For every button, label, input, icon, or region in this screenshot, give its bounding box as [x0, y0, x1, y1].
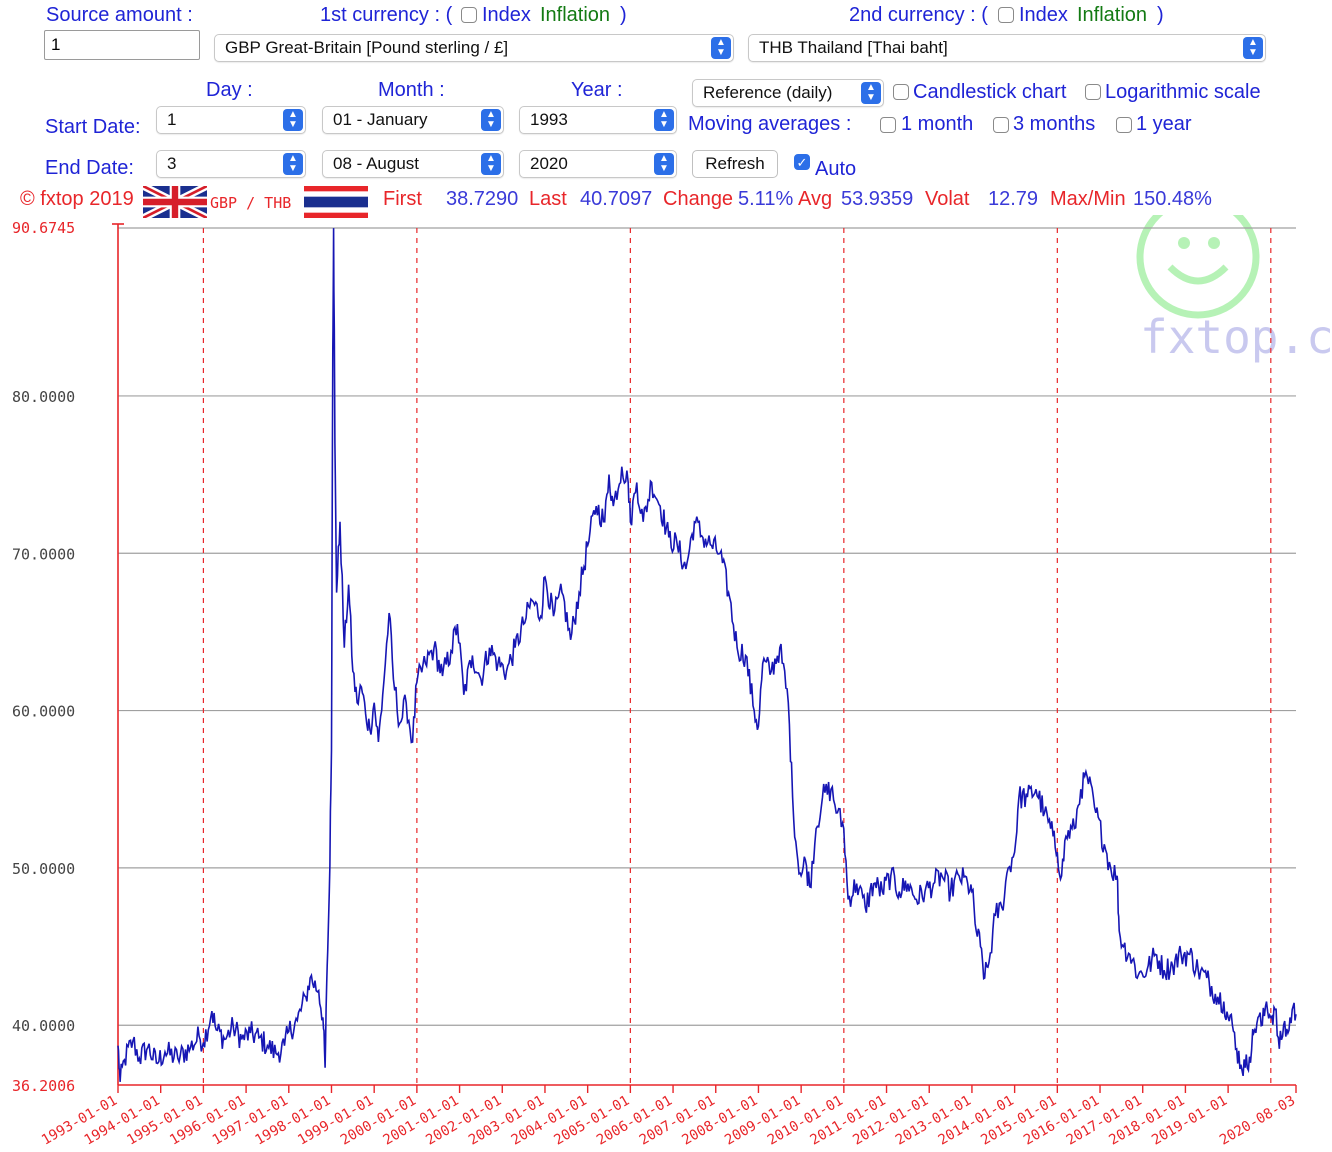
log-scale-checkbox[interactable] [1085, 84, 1101, 100]
avg-label: Avg [798, 188, 833, 210]
maxmin-value: 150.48% [1133, 188, 1212, 210]
start-year-select[interactable]: 1993 ▲ ▼ [519, 106, 677, 134]
currency1-select[interactable]: GBP Great-Britain [Pound sterling / £] ▲… [214, 34, 734, 62]
y-tick-label: 90.6745 [12, 219, 75, 237]
select-arrows-icon: ▲ ▼ [283, 109, 303, 131]
currency2-inflation-label: Inflation [1077, 4, 1148, 26]
volat-label: Volat [925, 188, 970, 210]
currency2-index-checkbox[interactable] [998, 7, 1014, 23]
source-amount-input[interactable]: 1 [44, 30, 200, 60]
end-day-select[interactable]: 3 ▲ ▼ [156, 150, 306, 178]
start-day-select[interactable]: 1 ▲ ▼ [156, 106, 306, 134]
pair-label: GBP / THB [210, 194, 292, 212]
auto-checkbox[interactable]: ✓ [794, 154, 810, 170]
currency2-select[interactable]: THB Thailand [Thai baht] ▲ ▼ [748, 34, 1266, 62]
day-label: Day : [206, 79, 253, 101]
rate-type-value: Reference (daily) [703, 83, 833, 102]
log-scale-label: Logarithmic scale [1105, 81, 1261, 103]
select-arrows-icon: ▲ ▼ [283, 153, 303, 175]
series-line [117, 228, 1297, 1082]
select-arrows-icon: ▲ ▼ [481, 109, 501, 131]
start-month-select[interactable]: 01 - January ▲ ▼ [322, 106, 504, 134]
select-arrows-icon: ▲ ▼ [1243, 37, 1263, 59]
volat-value: 12.79 [988, 188, 1039, 210]
exchange-rate-chart: fxtop.com 90.6745 80.0000 70.0000 60.0000 50… [12, 215, 1332, 1149]
select-arrows-icon: ▲ ▼ [481, 153, 501, 175]
first-value: 38.7290 [446, 188, 519, 210]
currency2-index-label: Index [1019, 4, 1068, 26]
currency1-select-value: GBP Great-Britain [Pound sterling / £] [225, 38, 509, 57]
start-day-value: 1 [167, 110, 177, 129]
y-tick-label: 36.2006 [12, 1077, 75, 1095]
refresh-button[interactable]: Refresh [692, 150, 778, 178]
candlestick-label: Candlestick chart [913, 81, 1067, 103]
ma-3-months-label: 3 months [1013, 113, 1096, 135]
copyright-text: © fxtop 2019 [20, 188, 134, 210]
y-tick-label: 40.0000 [12, 1017, 75, 1035]
fxtop-watermark: fxtop.com [1136, 215, 1332, 364]
ma-3-months-checkbox[interactable] [993, 117, 1009, 133]
start-year-value: 1993 [530, 110, 568, 129]
end-year-value: 2020 [530, 154, 568, 173]
currency1-index-label: Index [482, 4, 531, 26]
thai-flag-icon [304, 186, 368, 218]
start-date-label: Start Date: [45, 116, 141, 138]
uk-flag-icon [143, 186, 207, 218]
currency2-close-paren: ) [1157, 4, 1164, 26]
maxmin-label: Max/Min [1050, 188, 1126, 210]
y-tick-label: 60.0000 [12, 703, 75, 721]
source-amount-label: Source amount : [46, 4, 193, 26]
select-arrows-icon: ▲ ▼ [861, 82, 881, 104]
rate-type-select[interactable]: Reference (daily) ▲ ▼ [692, 79, 884, 107]
auto-label: Auto [815, 158, 857, 180]
end-month-select[interactable]: 08 - August ▲ ▼ [322, 150, 504, 178]
currency1-inflation-label: Inflation [540, 4, 611, 26]
start-month-value: 01 - January [333, 110, 428, 129]
end-day-value: 3 [167, 154, 177, 173]
currency1-index-checkbox[interactable] [461, 7, 477, 23]
end-date-label: End Date: [45, 157, 134, 179]
ma-1-month-label: 1 month [901, 113, 974, 135]
x-tick-label: 2020-08-03 [1217, 1093, 1298, 1149]
y-tick-label: 70.0000 [12, 545, 75, 563]
first-label: First [383, 188, 422, 210]
ma-1-year-checkbox[interactable] [1116, 117, 1132, 133]
change-value: 5.11% [738, 188, 794, 210]
select-arrows-icon: ▲ ▼ [711, 37, 731, 59]
end-year-select[interactable]: 2020 ▲ ▼ [519, 150, 677, 178]
last-value: 40.7097 [580, 188, 653, 210]
month-label: Month : [378, 79, 445, 101]
select-arrows-icon: ▲ ▼ [654, 109, 674, 131]
candlestick-checkbox[interactable] [893, 84, 909, 100]
change-label: Change [663, 188, 734, 210]
currency2-select-value: THB Thailand [Thai baht] [759, 38, 948, 57]
currency1-label: 1st currency : ( [320, 4, 453, 26]
y-tick-label: 50.0000 [12, 860, 75, 878]
end-month-value: 08 - August [333, 154, 420, 173]
y-tick-label: 80.0000 [12, 388, 75, 406]
currency1-close-paren: ) [620, 4, 627, 26]
year-label: Year : [571, 79, 623, 101]
ma-1-month-checkbox[interactable] [880, 117, 896, 133]
last-label: Last [529, 188, 567, 210]
avg-value: 53.9359 [841, 188, 914, 210]
ma-1-year-label: 1 year [1136, 113, 1192, 135]
currency2-label: 2nd currency : ( [849, 4, 988, 26]
select-arrows-icon: ▲ ▼ [654, 153, 674, 175]
moving-averages-label: Moving averages : [688, 113, 852, 135]
watermark-text: fxtop.com [1140, 310, 1332, 364]
